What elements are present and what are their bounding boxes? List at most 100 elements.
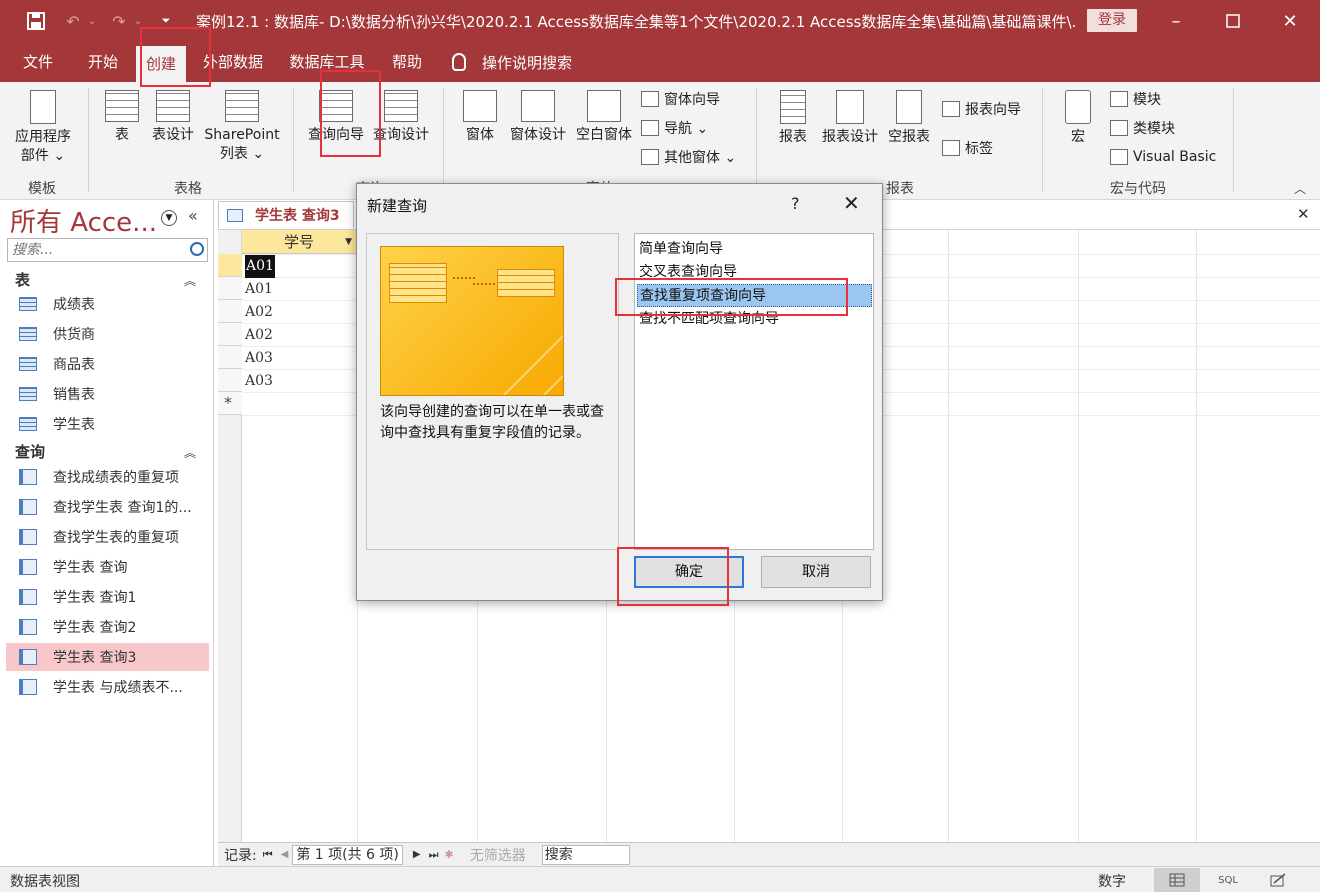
nav-section-tables[interactable]: 表 [15, 269, 30, 290]
report-design-button[interactable]: 报表设计 [818, 90, 882, 147]
maximize-icon[interactable] [1218, 8, 1248, 34]
undo-icon[interactable]: ↶ [60, 9, 86, 33]
list-item[interactable]: 交叉表查询向导 [637, 261, 872, 284]
close-icon[interactable]: ✕ [1275, 8, 1305, 34]
table-cell[interactable]: A03 [245, 347, 273, 370]
more-forms-button[interactable]: 其他窗体 ⌄ [641, 146, 736, 168]
filter-status[interactable]: 无筛选器 [470, 845, 526, 865]
nav-item-table[interactable]: 商品表 [6, 350, 209, 378]
minimize-icon[interactable]: – [1161, 8, 1191, 34]
list-item[interactable]: 查找不匹配项查询向导 [637, 308, 872, 331]
labels-button[interactable]: 标签 [942, 137, 993, 159]
module-button[interactable]: 模块 [1110, 88, 1161, 110]
previous-record-icon[interactable]: ◀ [281, 849, 289, 860]
login-button[interactable]: 登录 [1087, 9, 1137, 32]
table-cell[interactable]: A02 [245, 324, 273, 347]
list-item-selected[interactable]: 查找重复项查询向导 [637, 284, 872, 307]
row-selector[interactable] [218, 323, 242, 346]
query-design-button[interactable]: 查询设计 [370, 90, 432, 145]
first-record-icon[interactable]: ⏮ [263, 848, 273, 862]
nav-item-query[interactable]: 查找成绩表的重复项 [6, 463, 209, 491]
nav-item-query[interactable]: 学生表 查询1 [6, 583, 209, 611]
column-filter-dropdown-icon[interactable]: ▼ [345, 230, 352, 254]
collapse-ribbon-icon[interactable]: ︿ [1294, 180, 1306, 197]
nav-item-query[interactable]: 学生表 查询 [6, 553, 209, 581]
nav-collapse-icon[interactable]: « [188, 206, 198, 225]
nav-item-label: 供货商 [53, 327, 95, 343]
redo-dropdown-icon[interactable]: ⌄ [132, 9, 144, 33]
cancel-button[interactable]: 取消 [761, 556, 871, 588]
tab-help[interactable]: 帮助 [384, 42, 430, 82]
table-cell[interactable]: A03 [245, 370, 273, 393]
help-icon[interactable]: ? [791, 194, 800, 213]
tab-create[interactable]: 创建 [136, 46, 186, 82]
nav-item-table[interactable]: 销售表 [6, 380, 209, 408]
sharepoint-list-button[interactable]: SharePoint 列表 ⌄ [200, 90, 284, 164]
current-record-field[interactable]: 第 1 项(共 6 项) [292, 844, 403, 865]
nav-menu-dropdown-icon[interactable]: ▼ [161, 210, 177, 226]
dialog-close-icon[interactable]: ✕ [843, 191, 860, 215]
query-wizard-button[interactable]: 查询向导 [304, 90, 368, 145]
tab-database-tools[interactable]: 数据库工具 [282, 42, 372, 82]
record-search-input[interactable]: 搜索 [541, 844, 630, 865]
row-selector[interactable] [218, 346, 242, 369]
close-document-icon[interactable]: ✕ [1297, 205, 1310, 223]
datasheet-view-icon[interactable] [1154, 868, 1200, 892]
tab-external-data[interactable]: 外部数据 [196, 42, 270, 82]
row-selector[interactable] [218, 254, 242, 277]
tab-home[interactable]: 开始 [80, 42, 126, 82]
form-button[interactable]: 窗体 [458, 90, 502, 145]
document-tab[interactable]: 学生表 查询3 [218, 201, 354, 228]
customize-toolbar-icon[interactable]: ⏷ [158, 9, 174, 33]
last-record-icon[interactable]: ⏭ [429, 848, 439, 862]
wizard-options-list[interactable]: 简单查询向导 交叉表查询向导 查找重复项查询向导 查找不匹配项查询向导 [634, 233, 874, 550]
tell-me-search[interactable]: 操作说明搜索 [452, 42, 572, 82]
section-collapse-icon[interactable]: ︽ [184, 272, 196, 289]
app-parts-button[interactable]: 应用程序 部件 ⌄ [8, 90, 78, 166]
nav-item-query[interactable]: 学生表 与成绩表不... [6, 673, 209, 701]
grid-line [1196, 230, 1197, 842]
table-design-button[interactable]: 表设计 [148, 90, 198, 145]
visual-basic-button[interactable]: Visual Basic [1110, 146, 1216, 168]
navigation-button[interactable]: 导航 ⌄ [641, 117, 708, 139]
nav-item-table[interactable]: 供货商 [6, 320, 209, 348]
save-icon[interactable] [24, 9, 48, 33]
next-record-icon[interactable]: ▶ [413, 849, 421, 860]
row-selector[interactable] [218, 369, 242, 392]
nav-item-query[interactable]: 查找学生表的重复项 [6, 523, 209, 551]
design-view-icon[interactable] [1255, 868, 1301, 892]
column-header-student-id[interactable]: 学号 ▼ [242, 230, 357, 254]
search-icon[interactable] [190, 242, 204, 256]
form-wizard-button[interactable]: 窗体向导 [641, 88, 720, 110]
nav-item-table[interactable]: 成绩表 [6, 290, 209, 318]
nav-item-query[interactable]: 查找学生表 查询1的... [6, 493, 209, 521]
nav-search-input[interactable] [8, 239, 183, 261]
group-separator [756, 88, 757, 192]
ok-button[interactable]: 确定 [634, 556, 744, 588]
report-button[interactable]: 报表 [772, 90, 814, 147]
report-wizard-button[interactable]: 报表向导 [942, 98, 1021, 120]
list-item[interactable]: 简单查询向导 [637, 238, 872, 261]
new-record-icon[interactable]: ✱ [444, 848, 453, 861]
nav-item-table[interactable]: 学生表 [6, 410, 209, 438]
row-selector[interactable] [218, 277, 242, 300]
section-collapse-icon[interactable]: ︽ [184, 444, 196, 461]
nav-item-query-selected[interactable]: 学生表 查询3 [6, 643, 209, 671]
nav-pane-title[interactable]: 所有 Acce... [10, 202, 157, 239]
blank-report-button[interactable]: 空报表 [884, 90, 934, 147]
table-cell[interactable]: A01 [245, 255, 275, 278]
row-selector[interactable] [218, 300, 242, 323]
undo-dropdown-icon[interactable]: ⌄ [86, 9, 98, 33]
redo-icon[interactable]: ↷ [106, 9, 132, 33]
blank-form-button[interactable]: 空白窗体 [572, 90, 636, 145]
table-cell[interactable]: A01 [245, 278, 273, 301]
table-cell[interactable]: A02 [245, 301, 273, 324]
macro-button[interactable]: 宏 [1060, 90, 1096, 147]
tab-file[interactable]: 文件 [16, 42, 60, 82]
sql-view-icon[interactable]: SQL [1205, 868, 1251, 892]
class-module-button[interactable]: 类模块 [1110, 117, 1175, 139]
nav-item-query[interactable]: 学生表 查询2 [6, 613, 209, 641]
nav-section-queries[interactable]: 查询 [15, 441, 45, 462]
table-button[interactable]: 表 [102, 90, 142, 145]
form-design-button[interactable]: 窗体设计 [506, 90, 570, 145]
